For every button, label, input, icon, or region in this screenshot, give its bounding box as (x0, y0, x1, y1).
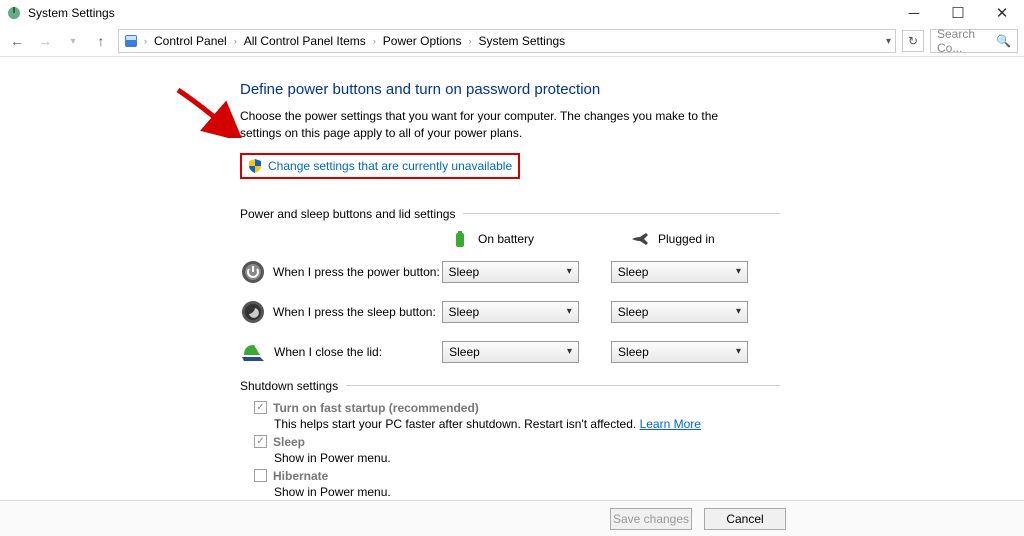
page-description: Choose the power settings that you want … (240, 108, 760, 143)
row-label: When I press the sleep button: (273, 305, 441, 319)
control-panel-icon (123, 33, 139, 49)
section-power-sleep: Power and sleep buttons and lid settings (240, 207, 780, 221)
page-title: Define power buttons and turn on passwor… (240, 81, 780, 98)
breadcrumb[interactable]: All Control Panel Items (242, 34, 368, 48)
column-on-battery: On battery (478, 232, 534, 246)
plug-icon (630, 229, 650, 249)
maximize-button[interactable]: ☐ (936, 0, 980, 26)
section-shutdown: Shutdown settings (240, 379, 780, 393)
forward-button[interactable]: → (34, 30, 56, 52)
checkbox-hibernate[interactable] (254, 469, 267, 482)
dropdown-lid-on-battery[interactable]: Sleep▾ (442, 341, 579, 363)
app-icon (6, 5, 22, 21)
dropdown-power-plugged-in[interactable]: Sleep▾ (611, 261, 748, 283)
row-power-button: When I press the power button: Sleep▾ Sl… (240, 259, 780, 285)
dropdown-lid-plugged-in[interactable]: Sleep▾ (611, 341, 748, 363)
content-viewport[interactable]: Define power buttons and turn on passwor… (0, 56, 1024, 500)
learn-more-link[interactable]: Learn More (640, 417, 701, 431)
shutdown-sub: This helps start your PC faster after sh… (274, 417, 780, 431)
navbar: ← → ▾ ↑ › Control Panel › All Control Pa… (0, 26, 1024, 56)
save-button[interactable]: Save changes (610, 508, 692, 530)
chevron-down-icon: ▾ (736, 346, 741, 357)
back-button[interactable]: ← (6, 30, 28, 52)
column-plugged-in: Plugged in (658, 232, 715, 246)
search-icon: 🔍 (996, 34, 1011, 48)
shutdown-sub: Show in Power menu. (274, 485, 780, 499)
section-title-label: Shutdown settings (240, 379, 338, 393)
shutdown-item-hibernate: Hibernate Show in Power menu. (254, 469, 780, 499)
search-placeholder: Search Co... (937, 27, 996, 55)
sleep-button-icon (240, 299, 265, 325)
address-bar[interactable]: › Control Panel › All Control Panel Item… (118, 29, 896, 53)
chevron-down-icon: ▾ (736, 266, 741, 277)
chevron-right-icon: › (231, 36, 240, 46)
refresh-button[interactable]: ↻ (902, 30, 924, 52)
shutdown-sub: Show in Power menu. (274, 451, 780, 465)
footer: Save changes Cancel (0, 500, 1024, 536)
battery-icon (450, 229, 470, 249)
chevron-right-icon: › (465, 36, 474, 46)
chevron-right-icon: › (141, 36, 150, 46)
shutdown-item-fast-startup: ✓ Turn on fast startup (recommended) Thi… (254, 401, 780, 431)
section-title-label: Power and sleep buttons and lid settings (240, 207, 455, 221)
window-title: System Settings (28, 6, 115, 20)
change-settings-link[interactable]: Change settings that are currently unava… (268, 159, 512, 173)
close-button[interactable]: ✕ (980, 0, 1024, 26)
breadcrumb[interactable]: Control Panel (152, 34, 229, 48)
row-label: When I press the power button: (273, 265, 441, 279)
uac-shield-icon (248, 159, 262, 173)
cancel-button[interactable]: Cancel (704, 508, 786, 530)
checkbox-fast-startup[interactable]: ✓ (254, 401, 267, 414)
search-input[interactable]: Search Co... 🔍 (930, 29, 1018, 53)
recent-dropdown[interactable]: ▾ (62, 30, 84, 52)
shutdown-item-sleep: ✓ Sleep Show in Power menu. (254, 435, 780, 465)
row-label: When I close the lid: (274, 345, 442, 359)
power-button-icon (240, 259, 265, 285)
checkbox-sleep[interactable]: ✓ (254, 435, 267, 448)
up-button[interactable]: ↑ (90, 30, 112, 52)
chevron-down-icon: ▾ (567, 266, 572, 277)
laptop-lid-icon (240, 339, 266, 365)
breadcrumb[interactable]: Power Options (381, 34, 464, 48)
dropdown-sleep-plugged-in[interactable]: Sleep▾ (611, 301, 748, 323)
row-close-lid: When I close the lid: Sleep▾ Sleep▾ (240, 339, 780, 365)
minimize-button[interactable]: ─ (892, 0, 936, 26)
dropdown-sleep-on-battery[interactable]: Sleep▾ (442, 301, 579, 323)
chevron-down-icon: ▾ (736, 306, 741, 317)
chevron-down-icon: ▾ (567, 306, 572, 317)
chevron-right-icon: › (370, 36, 379, 46)
change-settings-highlight: Change settings that are currently unava… (240, 153, 520, 179)
titlebar: System Settings ─ ☐ ✕ (0, 0, 1024, 26)
row-sleep-button: When I press the sleep button: Sleep▾ Sl… (240, 299, 780, 325)
chevron-down-icon[interactable]: ▾ (886, 36, 891, 47)
breadcrumb[interactable]: System Settings (476, 34, 567, 48)
chevron-down-icon: ▾ (567, 346, 572, 357)
dropdown-power-on-battery[interactable]: Sleep▾ (442, 261, 579, 283)
